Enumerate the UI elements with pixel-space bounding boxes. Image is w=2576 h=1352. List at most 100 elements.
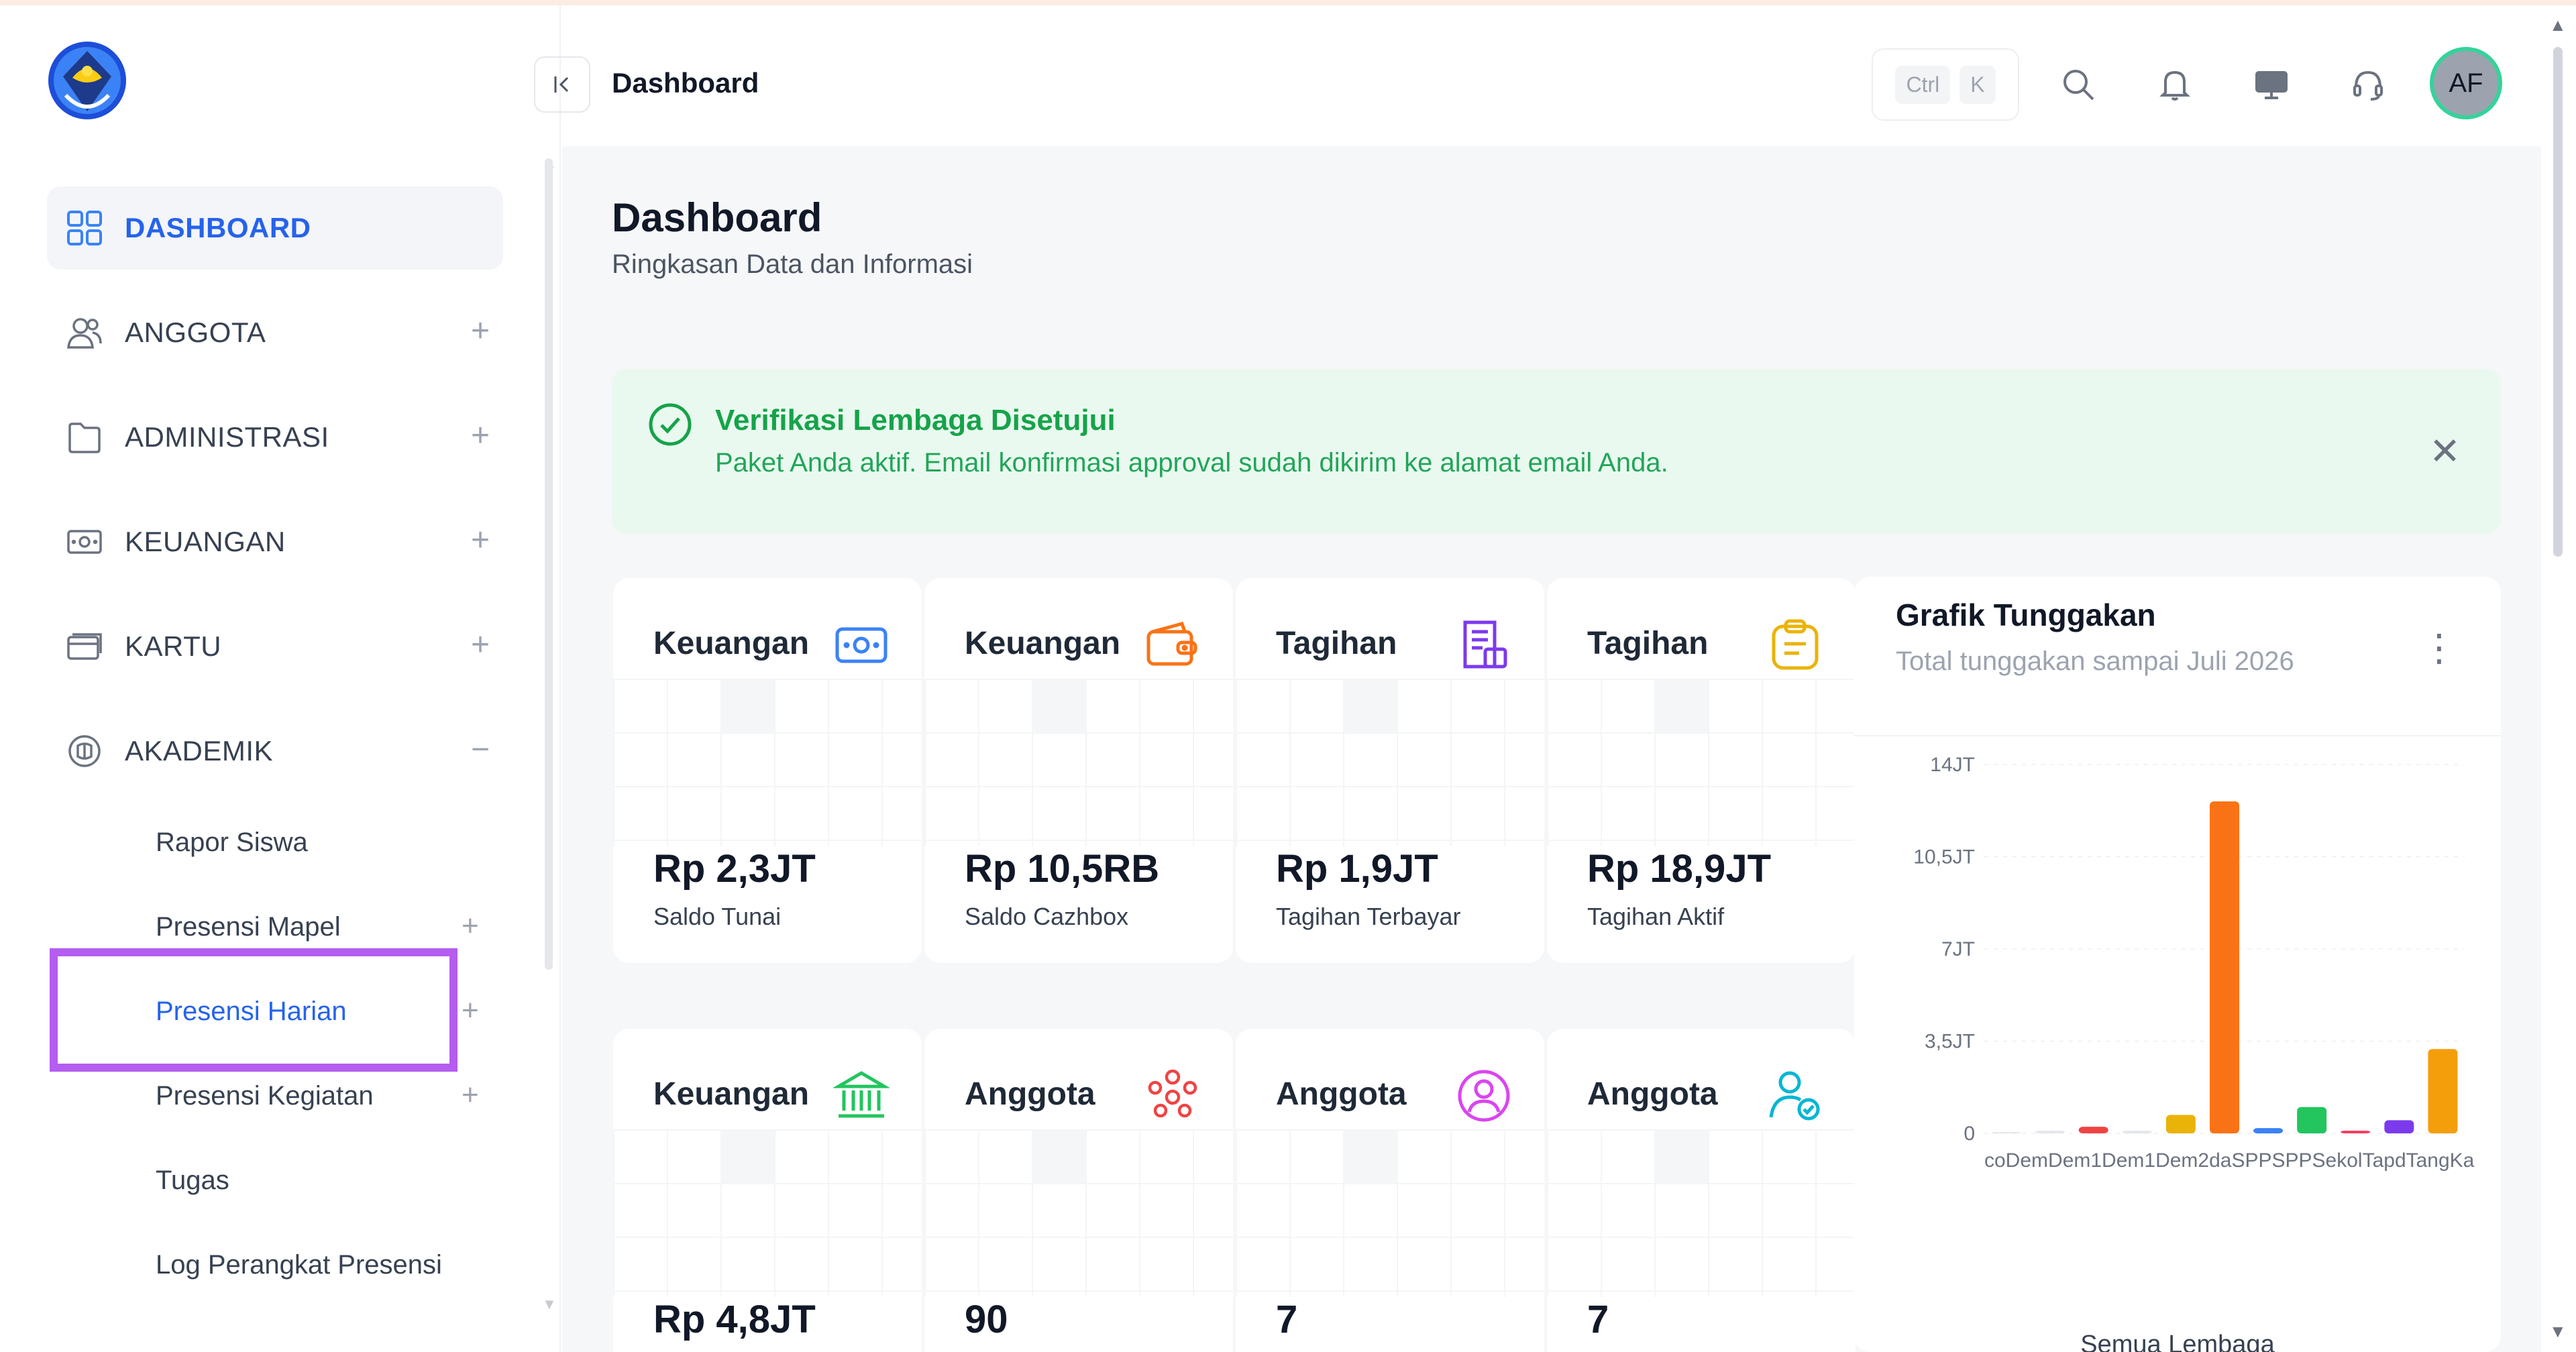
wallet-icon xyxy=(1144,617,1201,673)
chart-bar[interactable] xyxy=(2165,1115,2196,1134)
card-title: Anggota xyxy=(1587,1076,1718,1112)
card-pattern xyxy=(1236,1129,1544,1297)
expand-icon[interactable]: + xyxy=(471,524,490,557)
top-accent-line xyxy=(0,0,2576,5)
card-pattern xyxy=(1547,679,1856,846)
card-title: Anggota xyxy=(965,1076,1095,1112)
sidebar-item-dashboard[interactable]: DASHBOARD xyxy=(47,186,503,270)
card-pattern xyxy=(613,679,922,846)
tut-wuri-logo[interactable] xyxy=(46,39,129,125)
arrears-bar-chart: 0 3,5JT 7JT 10,5JT 14JT coDemDem1Dem1Dem2daS… xyxy=(1913,754,2474,1172)
stat-card-tagihan-terbayar[interactable]: Tagihan Rp 1,9JT Tagihan Terbayar xyxy=(1236,578,1544,963)
sidebar-item-label: AKADEMIK xyxy=(125,735,274,767)
submenu-log-perangkat-presensi[interactable]: Log Perangkat Presensi xyxy=(156,1250,442,1280)
page-scroll-down[interactable]: ▼ xyxy=(2549,1321,2567,1342)
expand-icon[interactable]: + xyxy=(462,1078,479,1112)
stat-card-saldo-cazhbox[interactable]: Keuangan Rp 10,5RB Saldo Cazhbox xyxy=(924,578,1233,963)
monitor-icon[interactable] xyxy=(2249,62,2294,107)
stat-card-saldo-tunai[interactable]: Keuangan Rp 2,3JT Saldo Tunai xyxy=(613,578,922,963)
sidebar-scrollbar[interactable] xyxy=(545,158,553,970)
sidebar-item-label: ADMINISTRASI xyxy=(125,421,329,453)
card-label: Saldo Tunai xyxy=(653,903,782,930)
sidebar-item-kartu[interactable]: KARTU + xyxy=(47,605,503,688)
card-pattern xyxy=(924,1129,1233,1297)
y-tick-label: 10,5JT xyxy=(1913,846,1975,868)
divider xyxy=(1854,735,2501,736)
card-icon xyxy=(64,626,105,667)
sidebar-item-akademik[interactable]: AKADEMIK − xyxy=(47,710,503,793)
collapse-sidebar-button[interactable] xyxy=(534,56,590,113)
close-icon[interactable]: ✕ xyxy=(2429,429,2461,473)
chart-bar[interactable] xyxy=(2297,1107,2327,1133)
chart-bar[interactable] xyxy=(2428,1049,2458,1133)
more-vertical-icon[interactable]: ⋮ xyxy=(2420,629,2458,667)
user-check-icon xyxy=(1767,1068,1823,1124)
submenu-presensi-mapel[interactable]: Presensi Mapel xyxy=(156,912,341,942)
chart-bar[interactable] xyxy=(2341,1131,2371,1133)
page-scrollbar[interactable] xyxy=(2553,47,2563,557)
card-label: Saldo Cazhbox xyxy=(965,903,1129,930)
submenu-tugas[interactable]: Tugas xyxy=(156,1166,229,1196)
sidebar-item-keuangan[interactable]: KEUANGAN + xyxy=(47,500,503,583)
success-alert: Verifikasi Lembaga Disetujui Paket Anda … xyxy=(612,369,2501,534)
grid-icon xyxy=(64,208,105,248)
invoice-icon xyxy=(1456,617,1512,673)
card-title: Keuangan xyxy=(653,1076,810,1112)
alert-title: Verifikasi Lembaga Disetujui xyxy=(715,404,1116,437)
card-value: Rp 4,8JT xyxy=(653,1298,816,1341)
y-tick-label: 14JT xyxy=(1930,754,1975,776)
avatar[interactable]: AF xyxy=(2430,47,2502,119)
card-value: 90 xyxy=(965,1298,1008,1341)
headset-icon[interactable] xyxy=(2345,62,2391,107)
chart-bar[interactable] xyxy=(2035,1131,2065,1133)
kbd-ctrl: Ctrl xyxy=(1895,65,1951,104)
expand-icon[interactable]: + xyxy=(462,994,479,1027)
card-pattern xyxy=(1547,1129,1856,1297)
sidebar-item-label: ANGGOTA xyxy=(125,317,266,348)
card-label: Tagihan Aktif xyxy=(1587,903,1725,930)
scroll-down-arrow[interactable]: ▼ xyxy=(542,1296,557,1313)
bank-icon xyxy=(832,1068,891,1124)
submenu-presensi-kegiatan[interactable]: Presensi Kegiatan xyxy=(156,1081,374,1111)
card-title: Tagihan xyxy=(1276,626,1397,661)
card-label: Tagihan Terbayar xyxy=(1276,903,1461,930)
expand-icon[interactable]: + xyxy=(471,315,490,347)
arrears-chart-card: Grafik Tunggakan Total tunggakan sampai … xyxy=(1854,577,2501,1352)
chart-bar[interactable] xyxy=(1991,1132,2021,1133)
chart-bar[interactable] xyxy=(2122,1131,2152,1133)
command-palette-button[interactable]: Ctrl K xyxy=(1872,48,2019,121)
sidebar-item-label: DASHBOARD xyxy=(125,212,311,243)
sidebar-item-anggota[interactable]: ANGGOTA + xyxy=(47,291,503,374)
stat-card-tagihan-aktif[interactable]: Tagihan Rp 18,9JT Tagihan Aktif xyxy=(1547,578,1856,963)
card-title: Keuangan xyxy=(965,626,1121,661)
folder-icon xyxy=(64,417,105,457)
submenu-rapor-siswa[interactable]: Rapor Siswa xyxy=(156,828,308,858)
y-tick-label: 7JT xyxy=(1941,938,1975,960)
stat-card-anggota-verified[interactable]: Anggota 7 xyxy=(1547,1029,1856,1352)
y-tick-label: 0 xyxy=(1964,1123,1975,1145)
user-circle-icon xyxy=(1456,1068,1512,1124)
sidebar-item-label: KEUANGAN xyxy=(125,526,286,557)
stat-card-anggota-group[interactable]: Anggota 90 xyxy=(924,1029,1233,1352)
search-icon[interactable] xyxy=(2055,62,2101,107)
expand-icon[interactable]: + xyxy=(471,420,490,452)
card-value: Rp 10,5RB xyxy=(965,847,1160,891)
card-title: Tagihan xyxy=(1587,626,1709,661)
stat-card-anggota-user[interactable]: Anggota 7 xyxy=(1236,1029,1544,1352)
header-title: Dashboard xyxy=(612,67,759,99)
chart-bar[interactable] xyxy=(2210,801,2239,1133)
alert-message: Paket Anda aktif. Email konfirmasi appro… xyxy=(715,448,1668,477)
chart-subtitle: Total tunggakan sampai Juli 2026 xyxy=(1896,646,2294,676)
sidebar-item-administrasi[interactable]: ADMINISTRASI + xyxy=(47,396,503,479)
chart-bar[interactable] xyxy=(2253,1128,2284,1133)
expand-icon[interactable]: + xyxy=(462,909,479,943)
sidebar-item-label: KARTU xyxy=(125,630,222,662)
page-scroll-up[interactable]: ▲ xyxy=(2549,15,2567,36)
stat-card-keuangan-bank[interactable]: Keuangan Rp 4,8JT xyxy=(613,1029,922,1352)
kbd-k: K xyxy=(1960,65,1996,104)
chart-bar[interactable] xyxy=(2078,1127,2108,1133)
bell-icon[interactable] xyxy=(2152,62,2198,107)
collapse-icon[interactable]: − xyxy=(471,734,490,766)
expand-icon[interactable]: + xyxy=(471,629,490,661)
chart-bar[interactable] xyxy=(2384,1120,2414,1133)
